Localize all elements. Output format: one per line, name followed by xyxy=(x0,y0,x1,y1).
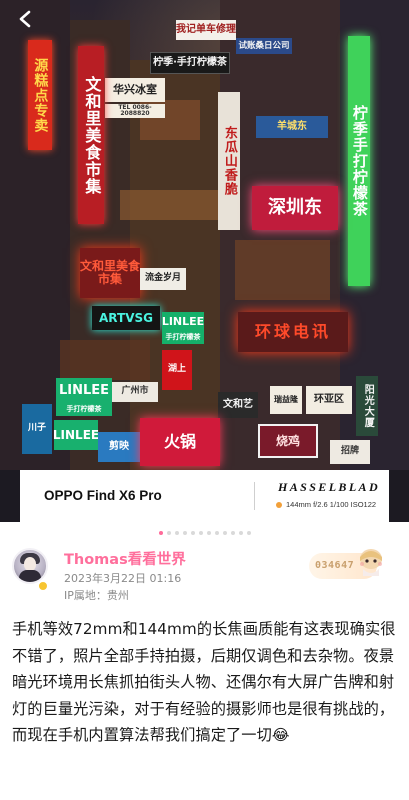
sign-linlee-bottom: LINLEE xyxy=(53,420,99,450)
pager-dot[interactable] xyxy=(206,531,211,535)
back-arrow-icon xyxy=(19,10,31,28)
sign-small-red: 湖上 xyxy=(162,350,192,390)
pager-dot[interactable] xyxy=(238,531,243,535)
sign-linlee-mid: LINLEE xyxy=(162,312,204,332)
sign-lemon-tea-banner: 柠季·手打柠檬茶 xyxy=(150,52,230,74)
sign-linlee-left: LINLEE xyxy=(56,378,112,404)
sign-company: 试账桑日公司 xyxy=(236,38,292,54)
post-photo[interactable]: 我记单车修理 试账桑日公司 柠季·手打柠檬茶 华兴冰室 TEL 0086-208… xyxy=(0,0,409,470)
dot-icon xyxy=(276,501,282,508)
window-glow xyxy=(60,340,150,380)
shot-params: 144mm f/2.6 1/100 ISO122 xyxy=(276,500,376,509)
watermark-brand: HASSELBLAD xyxy=(278,480,381,494)
watermark-divider xyxy=(254,482,255,510)
avatar-face xyxy=(24,557,36,571)
photo-frame-left xyxy=(0,470,20,522)
post-date: 2023年3月22日 01:16 xyxy=(64,572,182,585)
pager-dot[interactable] xyxy=(190,531,195,535)
vip-badge-icon xyxy=(38,581,48,591)
shot-params-text: 144mm f/2.6 1/100 ISO122 xyxy=(286,500,377,509)
sign-yangguang: 阳光大厦 xyxy=(356,376,378,436)
pager-dot[interactable] xyxy=(158,531,163,535)
pager-dot[interactable] xyxy=(198,531,203,535)
pager-dot[interactable] xyxy=(214,531,219,535)
sign-chuanzi: 川子 xyxy=(22,404,52,454)
image-pager[interactable] xyxy=(0,531,409,535)
level-badge[interactable]: 034647 xyxy=(309,549,382,579)
sign-wenheyi: 文和艺 xyxy=(218,392,258,418)
sign-dongchuang: 东瓜山香脆 xyxy=(218,92,240,230)
sign-lemon-vertical: 柠季手打柠檬茶 xyxy=(348,36,370,286)
sign-bike-repair: 我记单车修理 xyxy=(176,20,236,40)
window-glow xyxy=(235,240,330,300)
sign-huaxing-tel: TEL 0086-2088820 xyxy=(105,104,165,118)
pager-dot[interactable] xyxy=(222,531,227,535)
sign-guangzhou: 广州市 xyxy=(112,382,158,402)
pager-dot[interactable] xyxy=(174,531,179,535)
sign-bottom-right: 招牌 xyxy=(330,440,370,464)
sign-tianxia: 环亚区 xyxy=(306,386,352,414)
sign-huaxing: 华兴冰室 xyxy=(105,78,165,102)
sign-wenheli-vertical: 文和里美食市集 xyxy=(78,46,104,224)
camera-model: OPPO Find X6 Pro xyxy=(44,488,162,503)
camera-watermark: OPPO Find X6 Pro HASSELBLAD 144mm f/2.6 … xyxy=(20,470,389,522)
sign-linlee-mid-sub: 手打柠檬茶 xyxy=(162,332,204,344)
post-ip-location: IP属地：贵州 xyxy=(64,589,129,602)
sign-huanqiu: 环球电讯 xyxy=(238,312,348,352)
sign-bottom-red: 火锅 xyxy=(140,418,220,466)
sign-left-vertical: 源糕点专卖 xyxy=(28,40,52,150)
sign-jianying: 剪映 xyxy=(98,432,140,462)
pager-dot[interactable] xyxy=(182,531,187,535)
window-glow xyxy=(120,190,230,220)
pager-dot[interactable] xyxy=(230,531,235,535)
sign-shenzhen: 深圳东 xyxy=(252,186,338,230)
sign-linlee-left-sub: 手打柠檬茶 xyxy=(56,404,112,416)
sign-yangcheng: 羊城东 xyxy=(256,116,328,138)
pager-dot[interactable] xyxy=(246,531,251,535)
anime-character-icon xyxy=(360,549,382,576)
back-button[interactable] xyxy=(12,6,38,32)
sign-golden-years: 流金岁月 xyxy=(140,268,186,290)
avatar-body xyxy=(19,570,41,582)
sign-shaoji: 烧鸡 xyxy=(258,424,318,458)
sign-artvsg: ARTVSG xyxy=(92,306,160,330)
post-body-text: 手机等效72mm和144mm的长焦画质能有这表现确实很不错了，照片全部手持拍摄，… xyxy=(12,620,396,745)
photo-frame-right xyxy=(389,470,409,522)
author-name[interactable]: Thomas看看世界 xyxy=(64,548,186,569)
avatar[interactable] xyxy=(12,548,48,584)
level-number: 034647 xyxy=(315,560,355,571)
sign-wenheli-neon: 文和里美食市集 xyxy=(80,248,140,298)
sign-ruiyi: 瑞益隆 xyxy=(270,386,302,414)
pager-dot[interactable] xyxy=(166,531,171,535)
